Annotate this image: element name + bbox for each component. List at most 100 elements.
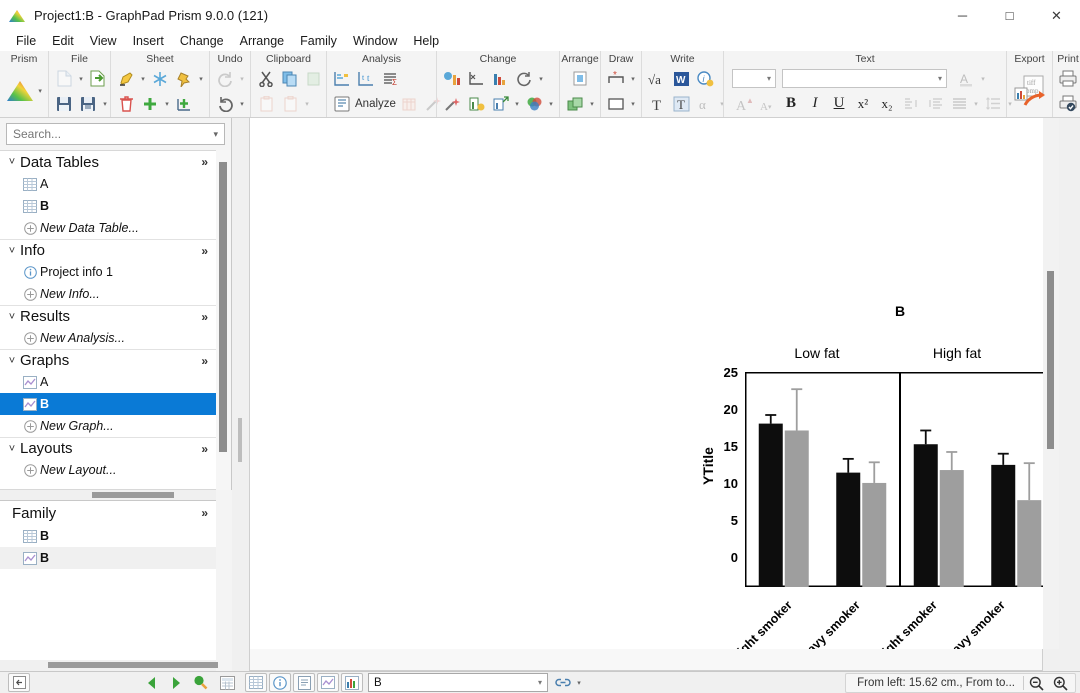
equation-icon[interactable]: √a: [646, 68, 668, 90]
save-icon[interactable]: [53, 93, 75, 115]
add-data-icon[interactable]: [465, 93, 487, 115]
undo-icon[interactable]: [214, 93, 236, 115]
close-button[interactable]: ✕: [1033, 0, 1080, 31]
send-back-icon[interactable]: [564, 93, 586, 115]
chevron-down-icon[interactable]: ▾: [547, 100, 555, 108]
search-input[interactable]: Search... ▾: [6, 123, 225, 145]
italic-icon[interactable]: I: [804, 93, 826, 115]
double-chevron-right-icon[interactable]: »: [201, 354, 216, 368]
link-icon[interactable]: [552, 673, 574, 692]
freeze-icon[interactable]: [149, 68, 171, 90]
family-item-data-table-b[interactable]: B: [0, 525, 216, 547]
analyze-label[interactable]: Analyze: [355, 98, 396, 110]
bracket-icon[interactable]: *: [605, 68, 627, 90]
nav-item-new-analysis[interactable]: New Analysis...: [0, 327, 216, 349]
double-chevron-right-icon[interactable]: »: [201, 310, 216, 324]
double-chevron-right-icon[interactable]: »: [201, 506, 216, 520]
scrollbar-thumb[interactable]: [219, 162, 227, 452]
menu-insert[interactable]: Insert: [125, 31, 172, 51]
chevron-down-icon[interactable]: ▾: [36, 87, 44, 95]
scrollbar-thumb[interactable]: [48, 662, 218, 668]
menu-edit[interactable]: Edit: [44, 31, 82, 51]
nav-item-graph-a[interactable]: A: [0, 371, 216, 393]
minimize-button[interactable]: ─: [939, 0, 986, 31]
section-header-info[interactable]: ˅ Info »: [0, 239, 216, 261]
family-horizontal-scrollbar[interactable]: [0, 660, 218, 671]
section-header-data-tables[interactable]: ˅ Data Tables »: [0, 151, 216, 173]
print-icon[interactable]: [1057, 68, 1079, 90]
copy-icon[interactable]: [279, 68, 301, 90]
menu-family[interactable]: Family: [292, 31, 345, 51]
chevron-down-icon[interactable]: ▾: [629, 100, 637, 108]
interpolate-icon[interactable]: [331, 68, 353, 90]
chevron-down-icon[interactable]: ▾: [765, 74, 773, 83]
open-file-icon[interactable]: [87, 68, 109, 90]
text-box-icon[interactable]: T: [670, 93, 692, 115]
menu-arrange[interactable]: Arrange: [232, 31, 292, 51]
nav-item-new-data-table[interactable]: New Data Table...: [0, 217, 216, 239]
chevron-down-icon[interactable]: ▾: [535, 678, 545, 687]
chevron-down-icon[interactable]: ▾: [210, 129, 221, 140]
double-chevron-right-icon[interactable]: »: [201, 442, 216, 456]
section-header-graphs[interactable]: ˅ Graphs »: [0, 349, 216, 371]
panel-splitter[interactable]: [232, 118, 249, 671]
chevron-down-icon[interactable]: ▾: [575, 679, 583, 687]
chevron-down-icon[interactable]: ▾: [588, 100, 596, 108]
nav-item-new-info[interactable]: New Info...: [0, 283, 216, 305]
chevron-down-icon[interactable]: ˅: [4, 156, 20, 168]
chevron-down-icon[interactable]: ▾: [537, 75, 545, 83]
search-sheet-icon[interactable]: [189, 673, 211, 692]
chevron-down-icon[interactable]: ▾: [77, 75, 85, 83]
chevron-down-icon[interactable]: ˅: [4, 355, 20, 367]
nav-item-project-info-1[interactable]: Project info 1: [0, 261, 216, 283]
nav-item-data-table-a[interactable]: A: [0, 173, 216, 195]
scrollbar-thumb[interactable]: [92, 492, 174, 498]
menu-change[interactable]: Change: [172, 31, 232, 51]
prism-logo-icon[interactable]: [4, 69, 36, 113]
bold-icon[interactable]: B: [780, 93, 802, 115]
nav-item-new-layout[interactable]: New Layout...: [0, 459, 216, 481]
data-table-icon[interactable]: [245, 673, 267, 692]
add-sheet-icon[interactable]: [139, 93, 161, 115]
pin-icon[interactable]: [173, 68, 195, 90]
info-sheet-icon[interactable]: [269, 673, 291, 692]
highlight-icon[interactable]: [115, 68, 137, 90]
graph-canvas[interactable]: B Low fat High fat YTitle 25 20 15 10 5 …: [249, 118, 1080, 676]
canvas-vertical-scrollbar[interactable]: [1043, 118, 1059, 649]
refresh-icon[interactable]: [513, 68, 535, 90]
graph-sheet-icon[interactable]: [317, 673, 339, 692]
cut-icon[interactable]: [255, 68, 277, 90]
chevron-down-icon[interactable]: ▾: [936, 74, 944, 83]
previous-sheet-icon[interactable]: [141, 673, 163, 692]
delete-sheet-icon[interactable]: [115, 93, 137, 115]
chevron-down-icon[interactable]: ˅: [4, 443, 20, 455]
change-axis-icon[interactable]: [465, 68, 487, 90]
family-item-graph-b[interactable]: B: [0, 547, 216, 569]
zoom-out-icon[interactable]: [1025, 674, 1047, 693]
zoom-in-icon[interactable]: [1049, 674, 1071, 693]
menu-help[interactable]: Help: [405, 31, 447, 51]
splitter-grip[interactable]: [238, 418, 242, 462]
change-graph-type-icon[interactable]: [441, 68, 463, 90]
font-size-select[interactable]: ▾: [732, 69, 776, 88]
section-header-layouts[interactable]: ˅ Layouts »: [0, 437, 216, 459]
subscript-icon[interactable]: x₂: [876, 93, 898, 115]
font-name-select[interactable]: ▾: [782, 69, 947, 88]
calculator-icon[interactable]: [216, 673, 238, 692]
maximize-button[interactable]: □: [986, 0, 1033, 31]
new-file-icon[interactable]: [53, 68, 75, 90]
section-header-results[interactable]: ˅ Results »: [0, 305, 216, 327]
chevron-down-icon[interactable]: ▾: [101, 100, 109, 108]
sort-icon[interactable]: Σ: [379, 68, 401, 90]
next-sheet-icon[interactable]: [165, 673, 187, 692]
change-bars-icon[interactable]: [489, 68, 511, 90]
layout-sheet-icon[interactable]: [341, 673, 363, 692]
sheet-select[interactable]: B ▾: [368, 673, 548, 692]
superscript-icon[interactable]: x²: [852, 93, 874, 115]
chevron-down-icon[interactable]: ˅: [4, 311, 20, 323]
resize-graph-icon[interactable]: [489, 93, 511, 115]
word-icon[interactable]: W: [670, 68, 692, 90]
menu-file[interactable]: File: [8, 31, 44, 51]
chevron-down-icon[interactable]: ▾: [238, 100, 246, 108]
menu-window[interactable]: Window: [345, 31, 405, 51]
